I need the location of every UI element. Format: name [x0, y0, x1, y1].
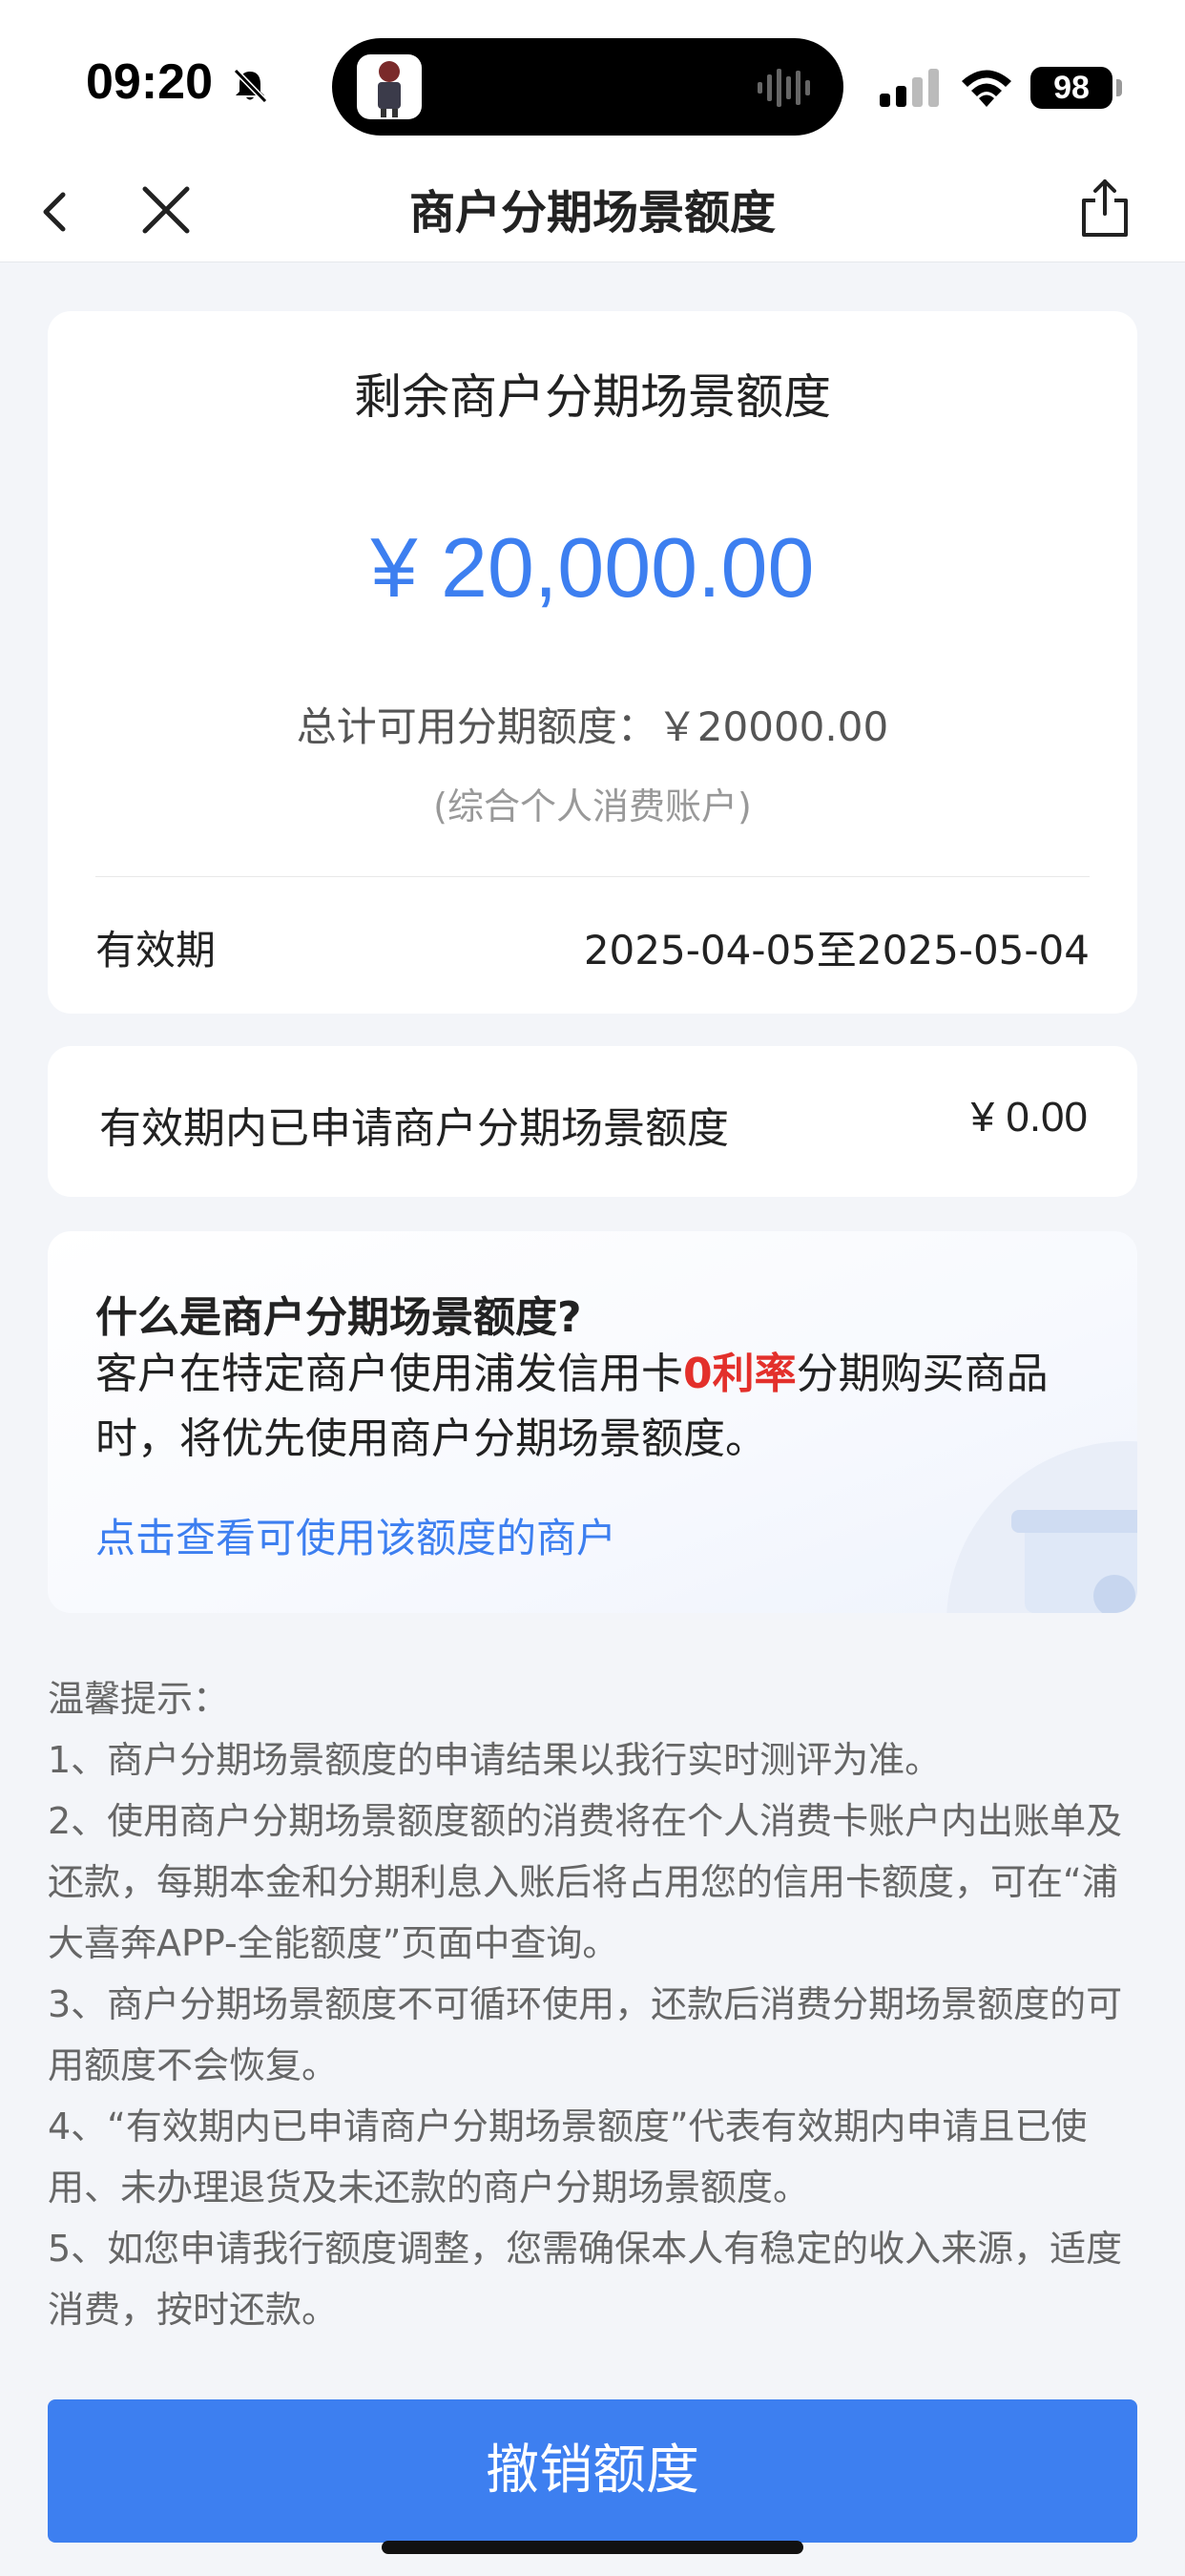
tip-item: 2、使用商户分期场景额度额的消费将在个人消费卡账户内出账单及还款，每期本金和分期…	[48, 1800, 1123, 1964]
audio-wave-icon	[758, 69, 810, 107]
zero-rate-highlight: 0利率	[683, 1350, 797, 1398]
tip-item: 4、“有效期内已申请商户分期场景额度”代表有效期内申请且已使用、未办理退货及未还…	[48, 2105, 1088, 2209]
status-bar: 09:20 98	[0, 0, 1185, 164]
share-icon[interactable]	[1078, 178, 1132, 241]
cancel-quota-button[interactable]: 撤销额度	[48, 2399, 1137, 2543]
divider	[95, 876, 1090, 877]
battery-tip	[1116, 79, 1122, 96]
tips-section: 温馨提示： 1、商户分期场景额度的申请结果以我行实时测评为准。 2、使用商户分期…	[48, 1668, 1145, 2340]
applied-quota-card: 有效期内已申请商户分期场景额度 ¥ 0.00	[48, 1046, 1137, 1197]
avatar	[357, 54, 422, 119]
remaining-quota-title: 剩余商户分期场景额度	[354, 369, 831, 425]
page-title: 商户分期场景额度	[408, 186, 776, 240]
navigation-bar: 商户分期场景额度	[0, 164, 1185, 262]
cellular-signal-icon	[880, 69, 939, 107]
tip-item: 1、商户分期场景额度的申请结果以我行实时测评为准。	[48, 1739, 942, 1781]
total-installment-quota: 总计可用分期额度：￥20000.00	[296, 703, 889, 750]
validity-label: 有效期	[95, 927, 217, 974]
applied-quota-label: 有效期内已申请商户分期场景额度	[99, 1104, 729, 1153]
info-card: 什么是商户分期场景额度? 客户在特定商户使用浦发信用卡0利率分期购买商品时，将优…	[48, 1231, 1137, 1613]
info-description: 客户在特定商户使用浦发信用卡0利率分期购买商品时，将优先使用商户分期场景额度。	[95, 1342, 1107, 1472]
info-title: 什么是商户分期场景额度?	[95, 1293, 582, 1342]
battery-indicator: 98	[1030, 67, 1112, 109]
view-merchants-link[interactable]: 点击查看可使用该额度的商户	[95, 1506, 616, 1564]
applied-quota-value: ¥ 0.00	[970, 1094, 1088, 1141]
bell-muted-icon	[233, 68, 268, 104]
status-time: 09:20	[86, 54, 213, 110]
account-note: (综合个人消费账户)	[433, 785, 752, 827]
remaining-quota-amount: ¥ 20,000.00	[370, 520, 815, 615]
validity-period: 2025-04-05至2025-05-04	[583, 927, 1090, 974]
dynamic-island	[332, 38, 843, 136]
tips-heading: 温馨提示：	[48, 1678, 230, 1720]
info-text: 客户在特定商户使用浦发信用卡	[95, 1350, 683, 1398]
home-indicator[interactable]	[382, 2541, 803, 2554]
tip-item: 3、商户分期场景额度不可循环使用，还款后消费分期场景额度的可用额度不会恢复。	[48, 1983, 1123, 2086]
wifi-icon	[962, 70, 1011, 107]
remaining-quota-card: 剩余商户分期场景额度 ¥ 20,000.00 总计可用分期额度：￥20000.0…	[48, 311, 1137, 1014]
tip-item: 5、如您申请我行额度调整，您需确保本人有稳定的收入来源，适度消费，按时还款。	[48, 2228, 1123, 2331]
